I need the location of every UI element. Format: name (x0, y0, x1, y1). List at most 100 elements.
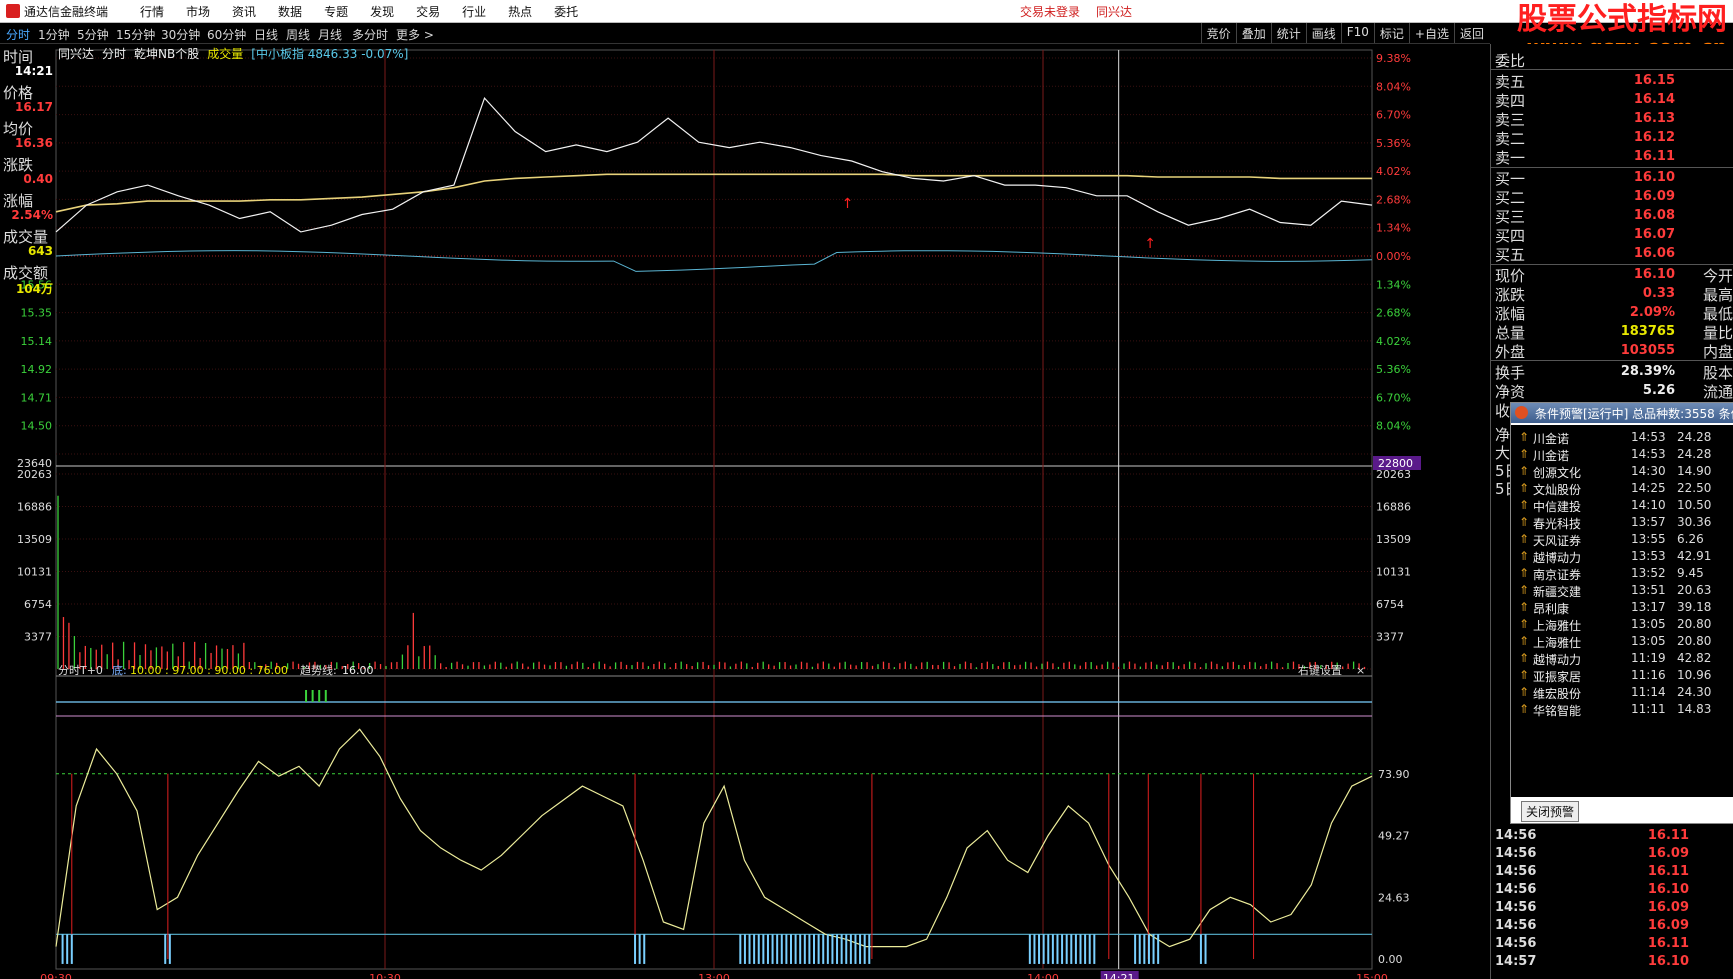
alert-time: 13:57 (1631, 515, 1666, 529)
period-tab[interactable]: 5分钟 (77, 26, 109, 43)
tick-time: 14:56 (1495, 828, 1537, 843)
alert-row[interactable]: ⇑ 华铭智能 11:11 14.83 (1511, 701, 1733, 718)
period-tab[interactable]: 1分钟 (38, 26, 70, 43)
bid-price: 16.09 (1633, 189, 1675, 204)
alert-price: 20.80 (1677, 617, 1712, 631)
bid-label: 买五 (1495, 246, 1526, 264)
up-arrow-icon: ⇑ (1519, 464, 1530, 478)
alert-list[interactable]: ⇑ 川金诺 14:53 24.28 ⇑ 川金诺 14:53 24.28 ⇑ 创源文化 14:30 14… (1511, 425, 1733, 797)
period-tab[interactable]: 多分时 (352, 26, 388, 43)
menu-item[interactable]: 数据 (278, 3, 302, 20)
alert-row[interactable]: ⇑ 亚振家居 11:16 10.96 (1511, 667, 1733, 684)
close-alert-button[interactable]: 关闭预警 (1521, 801, 1580, 822)
alert-row[interactable]: ⇑ 川金诺 14:53 24.28 (1511, 429, 1733, 446)
alert-row[interactable]: ⇑ 春光科技 13:57 30.36 (1511, 514, 1733, 531)
tick-price: 16.11 (1647, 936, 1689, 951)
bid-price: 16.07 (1633, 227, 1675, 242)
toolbar-button[interactable]: +自选 (1408, 23, 1454, 43)
menu-item[interactable]: 市场 (186, 3, 210, 20)
tick-price: 16.11 (1647, 828, 1689, 843)
alert-time: 11:16 (1631, 668, 1666, 682)
alert-row[interactable]: ⇑ 中信建投 14:10 10.50 (1511, 497, 1733, 514)
menu-item[interactable]: 热点 (508, 3, 532, 20)
pct-axis-label: 4.02% (1376, 335, 1411, 348)
alert-row[interactable]: ⇑ 昂利康 13:17 39.18 (1511, 599, 1733, 616)
toolbar-button[interactable]: 竞价 (1200, 23, 1236, 43)
alert-price: 14.90 (1677, 464, 1712, 478)
menu-item[interactable]: 行业 (462, 3, 486, 20)
menu-item[interactable]: 交易 (416, 3, 440, 20)
pct-axis-label: 1.34% (1376, 278, 1411, 291)
alert-row[interactable]: ⇑ 上海雅仕 13:05 20.80 (1511, 616, 1733, 633)
toolbar-button[interactable]: 统计 (1270, 23, 1306, 43)
period-more[interactable]: 更多 > (396, 26, 434, 43)
menu-item[interactable]: 资讯 (232, 3, 256, 20)
alert-stock-name: 新疆交建 (1533, 585, 1582, 599)
stat-value: 0.33 (1642, 286, 1675, 301)
chart-mode: 分时 (102, 47, 127, 61)
ask-label: 卖五 (1495, 73, 1526, 91)
alert-row[interactable]: ⇑ 创源文化 14:30 14.90 (1511, 463, 1733, 480)
price-axis-label: 15.35 (21, 307, 53, 320)
app-logo-icon (6, 4, 20, 18)
axis-labels: 9.38% 8.04% 6.70% 5.36% 4.02% 2.68% 1.34% 0.00%… (17, 52, 1421, 979)
period-tab[interactable]: 60分钟 (207, 26, 246, 43)
intraday-chart[interactable]: ↑ ↑ 9.38% 8.04% 6.70% 5.36% 4.02% 2.68% 1.34% 0.… (0, 44, 1490, 979)
menu-item[interactable]: 委托 (554, 3, 578, 20)
alert-titlebar[interactable]: 条件预警[运行中] 总品种数:3558 条件 (1511, 403, 1733, 423)
stat-value: 16.10 (1633, 267, 1675, 282)
alert-row[interactable]: ⇑ 越博动力 11:19 42.82 (1511, 650, 1733, 667)
volume-axis-label: 13509 (17, 533, 52, 546)
bid-price: 16.08 (1633, 208, 1675, 223)
volume-axis-label: 6754 (24, 598, 52, 611)
up-arrow-icon: ⇑ (1519, 549, 1530, 563)
menu-item[interactable]: 行情 (140, 3, 164, 20)
alert-time: 11:19 (1631, 651, 1666, 665)
alert-row[interactable]: ⇑ 新疆交建 13:51 20.63 (1511, 582, 1733, 599)
toolbar-button[interactable]: 画线 (1305, 23, 1341, 43)
alert-row[interactable]: ⇑ 天风证券 13:55 6.26 (1511, 531, 1733, 548)
alert-stock-name: 春光科技 (1533, 517, 1582, 531)
pct-axis-label: 6.70% (1376, 391, 1411, 404)
toolbar-button[interactable]: 标记 (1373, 23, 1409, 43)
chart-toolbar: 竞价 叠加 统计 画线 F10 标记 +自选 返回 (1200, 23, 1489, 43)
toolbar-button[interactable]: F10 (1340, 23, 1374, 43)
period-tab[interactable]: 30分钟 (161, 26, 200, 43)
login-status[interactable]: 交易未登录 (1020, 3, 1080, 20)
ask-label: 卖一 (1495, 149, 1526, 167)
stat-ext-label: 内盘 (1703, 343, 1733, 361)
tick-time: 14:56 (1495, 882, 1537, 897)
stat-value: 5.26 (1642, 383, 1675, 398)
period-tab[interactable]: 周线 (286, 26, 310, 43)
indicator-title: 分时T+0 (58, 664, 103, 677)
alert-stock-name: 维宏股份 (1533, 687, 1582, 701)
cursor-info-panel: 时间 14:21 价格 16.17 均价 16.36 涨跌 0.40 涨幅 2.… (0, 44, 56, 304)
toolbar-button[interactable]: 叠加 (1235, 23, 1271, 43)
stat-ext-label: 流通 (1703, 383, 1733, 401)
alert-row[interactable]: ⇑ 维宏股份 11:14 24.30 (1511, 684, 1733, 701)
alert-row[interactable]: ⇑ 川金诺 14:53 24.28 (1511, 446, 1733, 463)
menu-item[interactable]: 发现 (370, 3, 394, 20)
ask-label: 卖三 (1495, 111, 1526, 129)
period-tab[interactable]: 日线 (254, 26, 278, 43)
period-tab[interactable]: 分时 (6, 26, 30, 43)
info-value: 0.40 (23, 172, 53, 186)
menu-item[interactable]: 专题 (324, 3, 348, 20)
volume-axis-label: 16886 (17, 501, 52, 514)
indicator-settings-link: 右键设置 (1298, 663, 1342, 677)
period-tab[interactable]: 月线 (318, 26, 342, 43)
stat-ext-label: 最低 (1703, 305, 1733, 323)
stock-tab[interactable]: 同兴达 (1096, 3, 1132, 20)
condition-alert-window[interactable]: 条件预警[运行中] 总品种数:3558 条件 ⇑ 川金诺 14:53 24.28 ⇑ 川金… (1510, 402, 1733, 824)
period-tab[interactable]: 15分钟 (116, 26, 155, 43)
tick-price: 16.10 (1647, 882, 1689, 897)
indicator-axis-label: 24.63 (1378, 891, 1410, 904)
alert-row[interactable]: ⇑ 文灿股份 14:25 22.50 (1511, 480, 1733, 497)
ask-price: 16.14 (1633, 92, 1675, 107)
cursor-time-label: 14:21 (1103, 972, 1135, 979)
stat-ext-label: 最高 (1703, 286, 1733, 304)
alert-row[interactable]: ⇑ 上海雅仕 13:05 20.80 (1511, 633, 1733, 650)
alert-row[interactable]: ⇑ 越博动力 13:53 42.91 (1511, 548, 1733, 565)
alert-row[interactable]: ⇑ 南京证券 13:52 9.45 (1511, 565, 1733, 582)
toolbar-button[interactable]: 返回 (1453, 23, 1489, 43)
